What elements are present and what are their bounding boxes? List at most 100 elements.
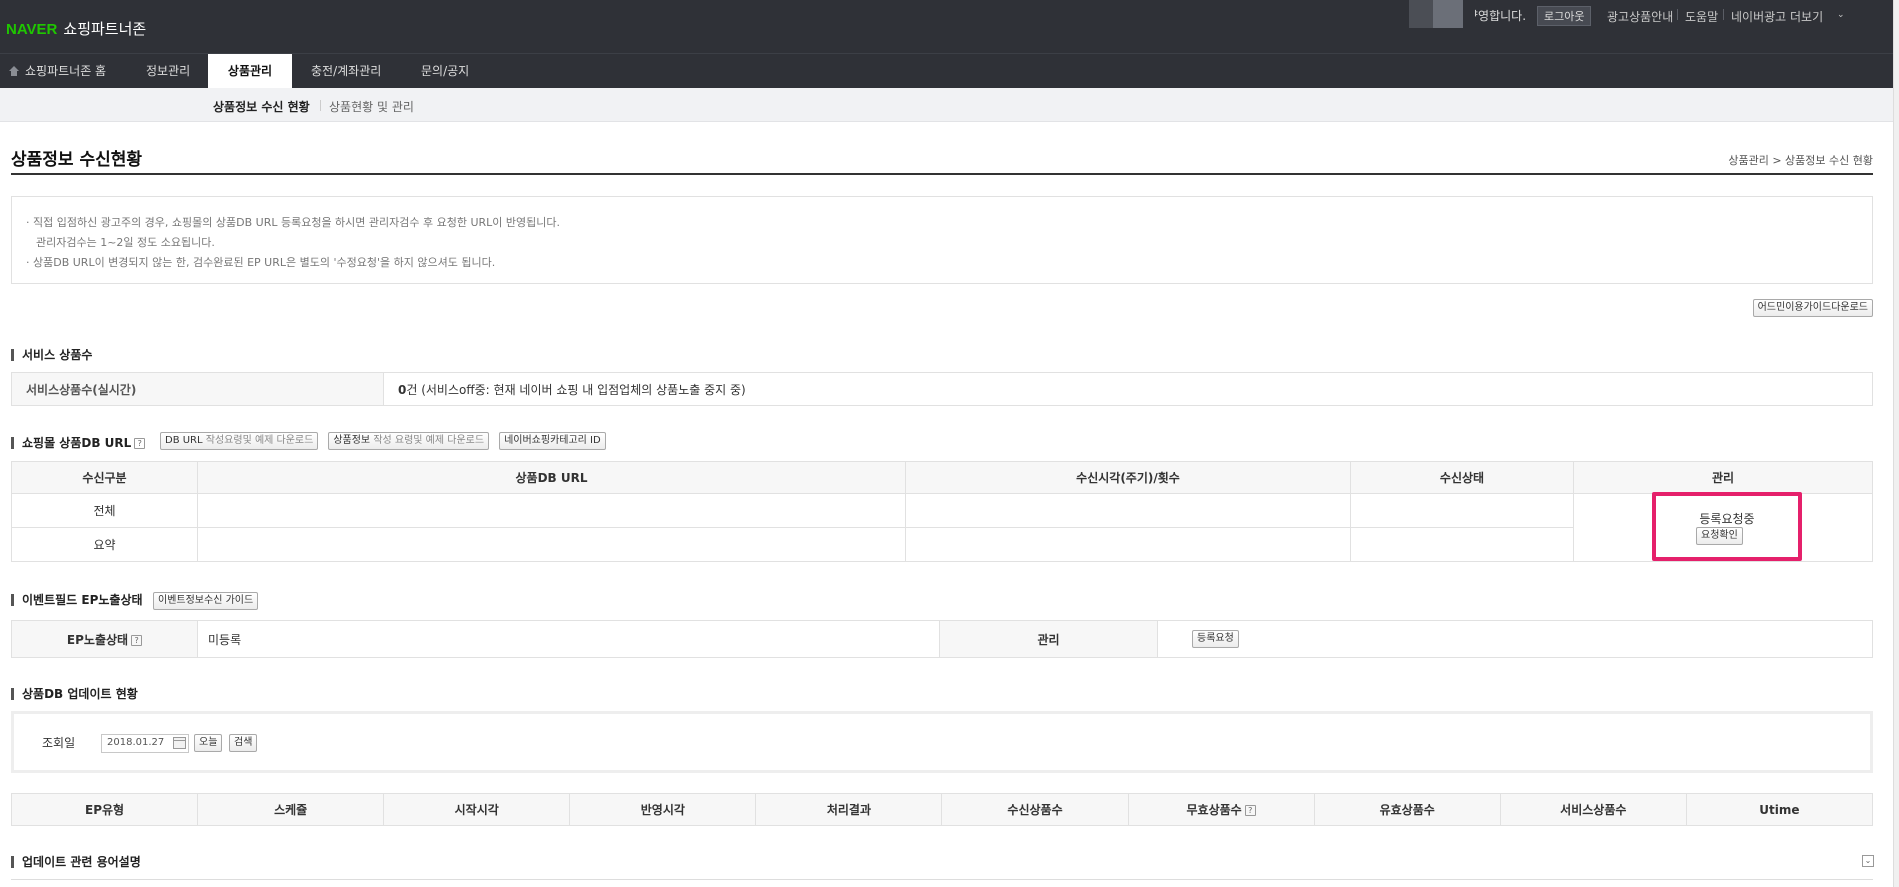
db-url-guide-button[interactable]: DB URL 작성요령및 예제 다운로드 — [160, 432, 319, 450]
divider — [11, 879, 1873, 880]
section-title-db-url: 쇼핑몰 상품DB URL? — [11, 436, 146, 450]
db-url-cell — [197, 527, 906, 562]
label-text: EP노출상태 — [66, 632, 129, 647]
ep-status-label: EP노출상태? — [11, 620, 198, 658]
logout-button[interactable]: 로그아웃 — [1537, 6, 1592, 26]
subnav-product-status[interactable]: 상품현황 및 관리 — [329, 98, 414, 115]
user-menu: ᅣ영합니다. 로그아웃 광고상품안내 도움말 네이버광고 더보기 ⌄ — [1381, 0, 1899, 30]
service-table: 서비스상품수(실시간) 0건 (서비스off중: 현재 네이버 쇼핑 내 입점업… — [11, 372, 1873, 406]
button-subtext: 작성요령및 예제 다운로드 — [205, 435, 314, 446]
divider — [320, 100, 321, 111]
product-info-guide-button[interactable]: 상품정보 작성 요령및 예제 다운로드 — [328, 432, 490, 450]
update-table: EP유형 스케쥴 시작시각 반영시각 처리결과 수신상품수 무효상품수? 유효상… — [10, 793, 1874, 826]
column-header: 수신시각(주기)/횟수 — [905, 461, 1351, 494]
column-header: 스케쥴 — [197, 793, 385, 826]
breadcrumb: 상품관리 > 상품정보 수신 현황 — [1728, 154, 1873, 167]
button-text: DB URL — [165, 435, 203, 446]
event-guide-button[interactable]: 이벤트정보수신 가이드 — [153, 592, 259, 610]
home-icon — [8, 66, 20, 76]
event-ep-table: EP노출상태? 미등록 관리 등록요청 — [11, 620, 1873, 658]
scrollbar[interactable] — [1893, 0, 1899, 887]
divider — [1723, 9, 1724, 20]
receive-time-cell — [905, 493, 1351, 528]
today-button[interactable]: 오늘 — [194, 734, 223, 752]
date-value: 2018.01.27 — [107, 737, 165, 748]
button-text: 상품정보 — [333, 435, 371, 446]
db-url-table: 수신구분 상품DB URL 수신시각(주기)/횟수 수신상태 관리 전체 요약 — [11, 461, 1873, 562]
registration-status: 등록요청중 — [1699, 512, 1755, 526]
service-count-label: 서비스상품수(실시간) — [11, 372, 384, 406]
greeting-text: ᅣ영합니다. — [1467, 9, 1527, 23]
search-button[interactable]: 검색 — [229, 734, 258, 752]
column-header: 처리결과 — [755, 793, 943, 826]
naver-logo: NAVER — [6, 21, 58, 38]
receive-time-cell — [905, 527, 1351, 562]
header-text: 무효상품수 — [1186, 803, 1242, 817]
ep-manage-cell: 등록요청 — [1157, 620, 1873, 658]
logo[interactable]: NAVER 쇼핑파트너존 — [6, 18, 146, 39]
service-count-value: 0건 (서비스off중: 현재 네이버 쇼핑 내 입점업체의 상품노출 중지 중… — [383, 372, 1873, 406]
db-url-cell — [197, 493, 906, 528]
section-title-service: 서비스 상품수 — [11, 349, 92, 361]
column-header: 시작시각 — [383, 793, 571, 826]
category-id-button[interactable]: 네이버쇼핑카테고리 ID — [499, 432, 606, 450]
db-url-buttons: DB URL 작성요령및 예제 다운로드 상품정보 작성 요령및 예제 다운로드… — [160, 432, 606, 450]
column-header: 상품DB URL — [197, 461, 906, 494]
main-nav: 쇼핑파트너존 홈 정보관리 상품관리 충전/계좌관리 문의/공지 — [0, 53, 1899, 89]
column-header: EP유형 — [10, 793, 199, 826]
button-subtext: 작성 요령및 예제 다운로드 — [373, 435, 485, 446]
chevron-down-icon[interactable]: ⌄ — [1837, 10, 1845, 20]
table-row: 전체 — [11, 493, 1873, 562]
date-label: 조회일 — [42, 736, 76, 750]
expand-toggle-icon[interactable]: ⌄ — [1862, 855, 1874, 867]
title-divider — [11, 173, 1873, 175]
receive-type: 요약 — [11, 527, 198, 562]
more-link[interactable]: 네이버광고 더보기 — [1731, 8, 1823, 25]
divider — [1677, 9, 1678, 20]
notice-box: · 직접 입점하신 광고주의 경우, 쇼핑몰의 상품DB URL 등록요청을 하… — [11, 196, 1873, 284]
admin-guide-download-button[interactable]: 어드민이용가이드다운로드 — [1752, 299, 1873, 317]
help-link[interactable]: 도움말 — [1685, 8, 1718, 25]
help-icon[interactable]: ? — [131, 634, 143, 646]
column-header: 유효상품수 — [1313, 793, 1501, 826]
sub-nav: 상품정보 수신 현황 상품현황 및 관리 — [0, 88, 1899, 122]
notice-line: 관리자검수는 1~2일 정도 소요됩니다. — [36, 236, 215, 249]
search-box: 조회일 2018.01.27 오늘 검색 — [11, 711, 1873, 773]
top-bar: NAVER 쇼핑파트너존 ᅣ영합니다. 로그아웃 광고상품안내 도움말 네이버광… — [0, 0, 1899, 53]
service-name: 쇼핑파트너존 — [63, 20, 147, 38]
calendar-icon[interactable] — [173, 737, 186, 749]
receive-status-cell — [1350, 493, 1574, 528]
avatar — [1409, 0, 1433, 28]
section-title-glossary: 업데이트 관련 용어설명 — [11, 856, 141, 868]
column-header: 관리 — [1573, 461, 1873, 494]
ep-manage-label: 관리 — [939, 620, 1158, 658]
receive-type: 전체 — [11, 493, 198, 528]
help-icon[interactable]: ? — [1244, 805, 1256, 816]
column-header: 수신상태 — [1350, 461, 1574, 494]
notice-line: · 직접 입점하신 광고주의 경우, 쇼핑몰의 상품DB URL 등록요청을 하… — [26, 216, 561, 229]
ep-status-value: 미등록 — [197, 620, 940, 658]
notice-line: · 상품DB URL이 변경되지 않는 한, 검수완료된 EP URL은 별도의… — [26, 256, 496, 269]
ad-products-link[interactable]: 광고상품안내 — [1607, 8, 1673, 25]
tab-charge[interactable]: 충전/계좌관리 — [311, 54, 381, 89]
receive-status-cell — [1350, 527, 1574, 562]
tab-products[interactable]: 상품관리 — [208, 54, 292, 89]
register-request-button[interactable]: 등록요청 — [1192, 630, 1239, 648]
section-title-update: 상품DB 업데이트 현황 — [11, 688, 138, 700]
section-title-event: 이벤트필드 EP노출상태 — [11, 594, 143, 606]
subnav-receive-status[interactable]: 상품정보 수신 현황 — [213, 98, 310, 115]
avatar-image — [1433, 0, 1463, 28]
column-header: Utime — [1685, 793, 1874, 826]
column-header: 반영시각 — [569, 793, 757, 826]
service-count-desc: 건 (서비스off중: 현재 네이버 쇼핑 내 입점업체의 상품노출 중지 중) — [406, 382, 746, 397]
section-title-text: 쇼핑몰 상품DB URL — [22, 436, 132, 450]
tab-notice[interactable]: 문의/공지 — [421, 54, 469, 89]
date-input[interactable]: 2018.01.27 — [101, 734, 189, 753]
help-icon[interactable]: ? — [134, 438, 146, 449]
column-header: 서비스상품수 — [1499, 793, 1687, 826]
tab-home[interactable]: 쇼핑파트너존 홈 — [8, 54, 106, 89]
column-header: 수신구분 — [11, 461, 198, 494]
request-confirm-button[interactable]: 요청확인 — [1696, 527, 1743, 545]
tab-info[interactable]: 정보관리 — [146, 54, 190, 89]
tab-label: 쇼핑파트너존 홈 — [25, 64, 107, 78]
